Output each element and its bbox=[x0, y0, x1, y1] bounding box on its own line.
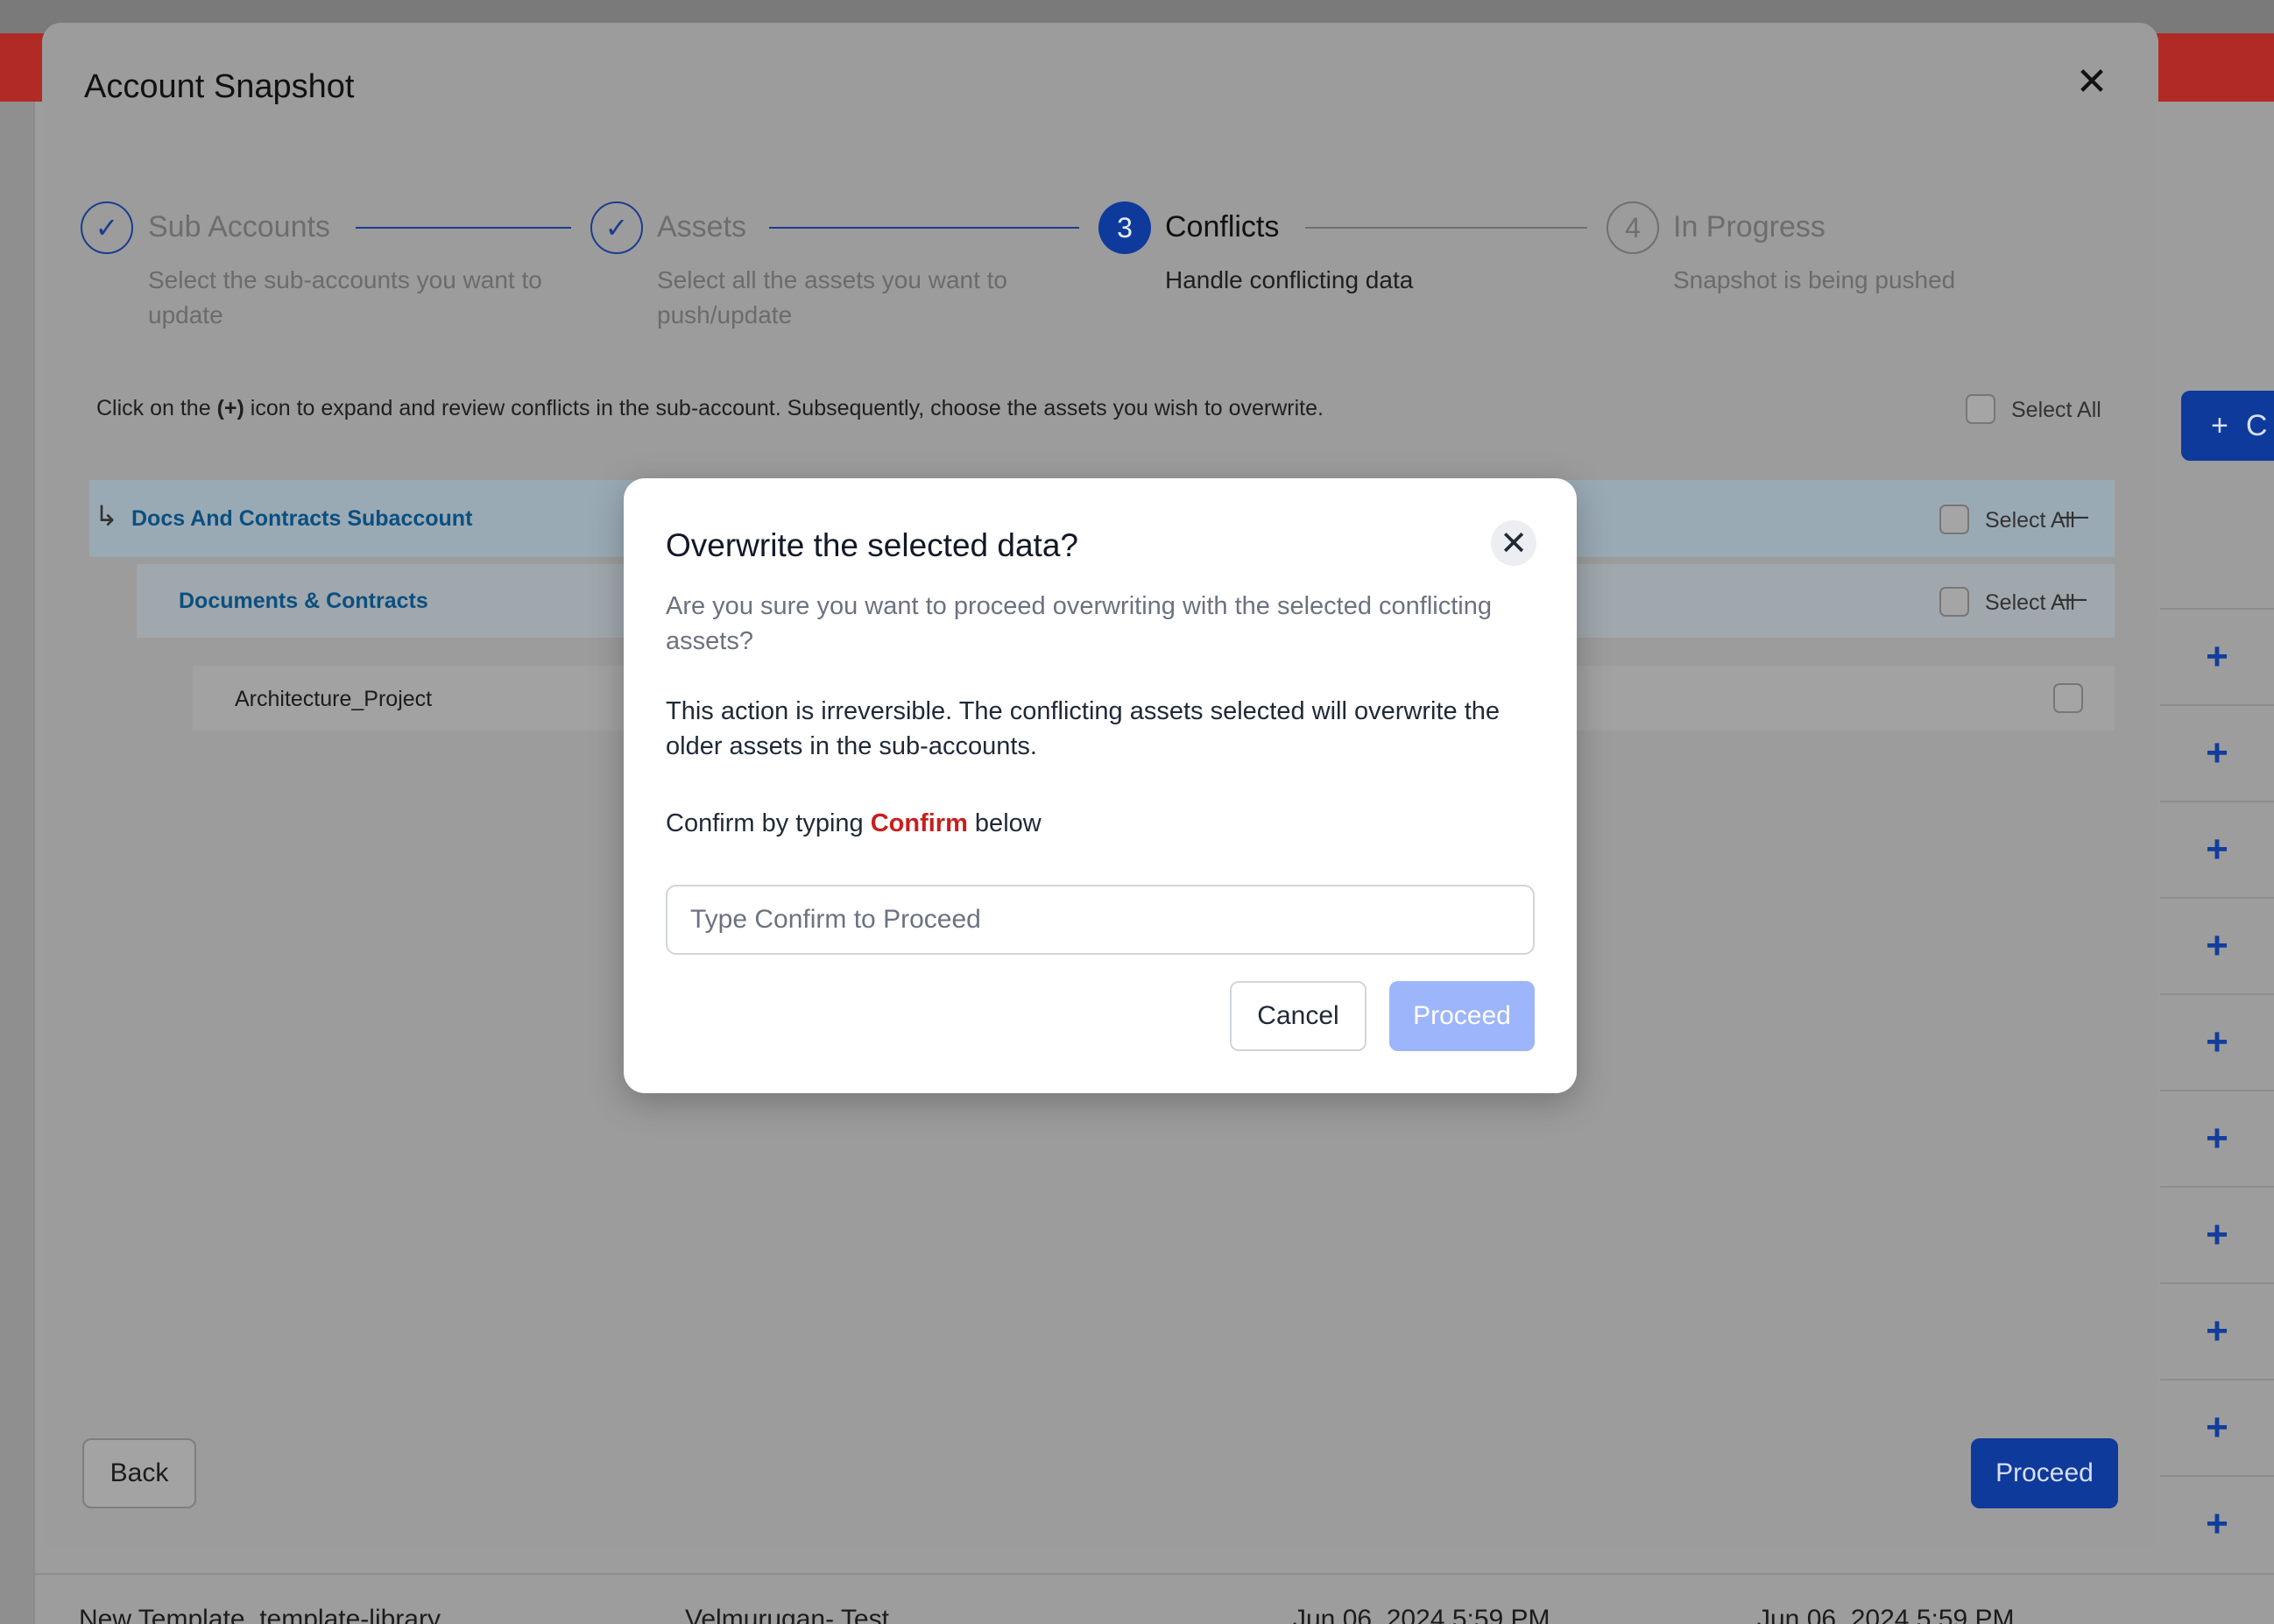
subaccount-select-all-checkbox[interactable] bbox=[1939, 505, 1969, 534]
step-3-desc: Handle conflicting data bbox=[1165, 266, 1414, 293]
step-connector bbox=[769, 227, 1079, 229]
category-select-all-checkbox[interactable] bbox=[1939, 587, 1969, 617]
create-button[interactable]: + C bbox=[2181, 391, 2274, 461]
plus-icon[interactable]: + bbox=[2206, 1213, 2228, 1257]
step-4-title: In Progress bbox=[1673, 210, 1826, 244]
back-button[interactable]: Back bbox=[82, 1438, 196, 1508]
create-button-label: C bbox=[2245, 408, 2268, 442]
dialog-title: Overwrite the selected data? bbox=[666, 527, 1078, 563]
confirm-input[interactable] bbox=[666, 885, 1535, 955]
table-row-expand[interactable]: + bbox=[2160, 993, 2274, 1090]
step-2-title: Assets bbox=[657, 210, 747, 244]
step-connector bbox=[356, 227, 571, 229]
plus-icon[interactable]: + bbox=[2206, 828, 2228, 872]
select-all-label: Select All bbox=[2011, 398, 2101, 422]
table-row-expand[interactable]: + bbox=[2160, 608, 2274, 704]
step-3-title: Conflicts bbox=[1165, 210, 1280, 244]
step-1-desc: Select the sub-accounts you want to upda… bbox=[148, 266, 542, 328]
step-4-desc: Snapshot is being pushed bbox=[1673, 266, 1956, 293]
template-updated: Jun 06, 2024 5:59 PM bbox=[1757, 1605, 2015, 1624]
category-name[interactable]: Documents & Contracts bbox=[179, 589, 428, 614]
asset-name: Architecture_Project bbox=[235, 687, 433, 711]
table-row-expand[interactable]: + bbox=[2160, 1282, 2274, 1379]
confirm-keyword: Confirm bbox=[870, 809, 968, 837]
step-connector bbox=[1305, 227, 1587, 229]
confirm-instruction: Confirm by typing Confirm below bbox=[666, 809, 1042, 837]
proceed-button[interactable]: Proceed bbox=[1971, 1438, 2118, 1508]
close-icon[interactable]: ✕ bbox=[2073, 63, 2111, 102]
dialog-subtitle: Are you sure you want to proceed overwri… bbox=[666, 592, 1492, 655]
overwrite-confirm-dialog: Overwrite the selected data? ✕ Are you s… bbox=[624, 478, 1577, 1093]
template-owner: Velmurugan- Test bbox=[685, 1605, 889, 1624]
plus-icon[interactable]: + bbox=[2206, 731, 2228, 775]
instruction-text: Click on the (+) icon to expand and revi… bbox=[96, 396, 1324, 420]
step-4-number: 4 bbox=[1607, 201, 1659, 254]
table-row[interactable]: New Template_template-library Velmurugan… bbox=[35, 1573, 2274, 1624]
collapse-icon[interactable]: — bbox=[2059, 582, 2087, 614]
table-row-expand[interactable]: + bbox=[2160, 1475, 2274, 1571]
subdirectory-arrow-icon: ↳ bbox=[95, 500, 118, 532]
table-row-expand[interactable]: + bbox=[2160, 1379, 2274, 1475]
modal-title: Account Snapshot bbox=[84, 68, 355, 105]
plus-icon: + bbox=[2211, 408, 2228, 442]
collapse-icon[interactable]: — bbox=[2060, 499, 2088, 532]
table-row-expand[interactable]: + bbox=[2160, 897, 2274, 993]
plus-icon-reference: (+) bbox=[216, 396, 244, 420]
cancel-button[interactable]: Cancel bbox=[1230, 981, 1367, 1051]
template-name: New Template_template-library bbox=[79, 1605, 441, 1624]
subaccount-name[interactable]: Docs And Contracts Subaccount bbox=[131, 506, 472, 532]
table-row-expand[interactable]: + bbox=[2160, 704, 2274, 801]
asset-checkbox[interactable] bbox=[2053, 683, 2083, 713]
select-all-checkbox[interactable] bbox=[1966, 394, 1995, 424]
background-sidebar bbox=[0, 102, 35, 1624]
step-2-desc: Select all the assets you want to push/u… bbox=[657, 266, 1007, 328]
step-1-check-icon: ✓ bbox=[81, 201, 133, 254]
table-row-expand[interactable]: + bbox=[2160, 1186, 2274, 1282]
template-created: Jun 06, 2024 5:59 PM bbox=[1293, 1605, 1550, 1624]
dialog-warning: This action is irreversible. The conflic… bbox=[666, 697, 1501, 760]
plus-icon[interactable]: + bbox=[2206, 1117, 2228, 1161]
plus-icon[interactable]: + bbox=[2206, 924, 2228, 968]
step-2-check-icon: ✓ bbox=[590, 201, 643, 254]
step-3-number: 3 bbox=[1098, 201, 1151, 254]
step-1-title: Sub Accounts bbox=[148, 210, 330, 244]
dialog-proceed-button[interactable]: Proceed bbox=[1389, 981, 1535, 1051]
plus-icon[interactable]: + bbox=[2206, 635, 2228, 679]
plus-icon[interactable]: + bbox=[2206, 1406, 2228, 1450]
plus-icon[interactable]: + bbox=[2206, 1310, 2228, 1353]
close-icon[interactable]: ✕ bbox=[1491, 520, 1536, 566]
table-row-expand[interactable]: + bbox=[2160, 1090, 2274, 1186]
plus-icon[interactable]: + bbox=[2206, 1020, 2228, 1064]
plus-icon[interactable]: + bbox=[2206, 1502, 2228, 1546]
table-row-expand[interactable]: + bbox=[2160, 801, 2274, 897]
